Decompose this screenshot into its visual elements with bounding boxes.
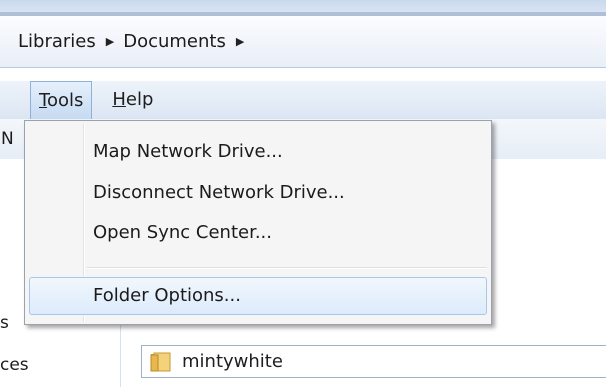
breadcrumb-documents[interactable]: Documents: [123, 31, 226, 52]
address-bar[interactable]: Libraries ▶ Documents ▶: [0, 16, 606, 68]
menu-item-disconnect-network-drive[interactable]: Disconnect Network Drive...: [93, 175, 345, 211]
breadcrumb-arrow-icon[interactable]: ▶: [106, 35, 114, 48]
nav-item-partial[interactable]: ces: [0, 355, 29, 375]
menu-tools-accel: T: [39, 90, 47, 111]
toolbar-partial-label[interactable]: N: [1, 129, 14, 149]
menu-tools-label: ools: [46, 90, 84, 111]
menu-tools[interactable]: Tools: [30, 81, 93, 119]
menu-item-map-network-drive[interactable]: Map Network Drive...: [93, 134, 283, 170]
breadcrumb-arrow-icon[interactable]: ▶: [236, 35, 244, 48]
menu-item-open-sync-center[interactable]: Open Sync Center...: [93, 215, 272, 251]
menu-help-label: elp: [125, 89, 154, 110]
tools-dropdown-menu: Map Network Drive... Disconnect Network …: [24, 120, 492, 325]
file-row-mintywhite[interactable]: mintywhite: [141, 345, 606, 378]
nav-item-partial[interactable]: s: [0, 313, 9, 333]
menu-help-accel: H: [112, 89, 126, 110]
menu-item-folder-options[interactable]: Folder Options...: [93, 278, 241, 314]
menu-bar: Tools Help: [0, 81, 606, 119]
breadcrumb-libraries[interactable]: Libraries: [18, 31, 96, 52]
file-name: mintywhite: [182, 351, 283, 372]
menu-help[interactable]: Help: [104, 81, 161, 119]
folder-icon: [150, 352, 171, 371]
menu-separator: [87, 267, 487, 269]
